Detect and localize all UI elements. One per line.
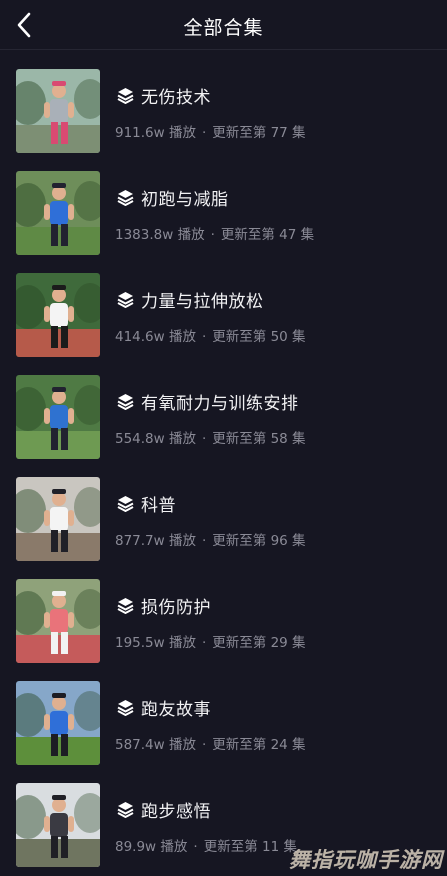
- episode-update: 更新至第 11 集: [203, 839, 297, 855]
- meta-separator: ·: [201, 533, 207, 549]
- collection-title: 损伤防护: [116, 593, 211, 618]
- meta-separator: ·: [201, 635, 207, 651]
- play-count: 414.6w 播放: [115, 329, 196, 345]
- collection-item[interactable]: 跑友故事 587.4w 播放 · 更新至第 24 集: [0, 662, 447, 765]
- collection-stack-icon: [117, 699, 134, 716]
- page-title: 全部合集: [183, 17, 264, 39]
- play-count: 911.6w 播放: [115, 125, 196, 141]
- play-count: 554.8w 播放: [115, 431, 196, 447]
- collection-name: 损伤防护: [141, 597, 211, 618]
- play-count: 195.5w 播放: [115, 635, 196, 651]
- collection-item[interactable]: 无伤技术 911.6w 播放 · 更新至第 77 集: [0, 50, 447, 153]
- collection-name: 无伤技术: [141, 87, 211, 108]
- episode-update: 更新至第 47 集: [220, 227, 315, 243]
- collection-thumbnail: [16, 69, 100, 153]
- collection-title: 初跑与减脂: [116, 185, 229, 210]
- collection-list: 无伤技术 911.6w 播放 · 更新至第 77 集初跑与减脂 1383.8w 播放 · 更…: [0, 50, 447, 867]
- collection-item[interactable]: 力量与拉伸放松 414.6w 播放 · 更新至第 50 集: [0, 254, 447, 357]
- collection-name: 力量与拉伸放松: [141, 291, 264, 312]
- meta-separator: ·: [193, 839, 198, 855]
- collection-stack-icon: [117, 189, 134, 206]
- collection-title: 跑步感悟: [116, 797, 211, 822]
- episode-update: 更新至第 96 集: [212, 533, 306, 549]
- collection-meta: 911.6w 播放 · 更新至第 77 集: [115, 121, 306, 141]
- collection-title: 力量与拉伸放松: [116, 287, 264, 312]
- collection-meta: 587.4w 播放 · 更新至第 24 集: [115, 733, 306, 753]
- collection-stack-icon: [117, 291, 134, 308]
- collection-name: 初跑与减脂: [141, 189, 229, 210]
- collection-meta: 877.7w 播放 · 更新至第 96 集: [115, 529, 306, 549]
- collection-title: 无伤技术: [116, 83, 211, 108]
- meta-separator: ·: [201, 329, 207, 345]
- episode-update: 更新至第 77 集: [212, 125, 306, 141]
- play-count: 587.4w 播放: [115, 737, 196, 753]
- collection-name: 跑步感悟: [141, 801, 211, 822]
- collection-stack-icon: [117, 597, 134, 614]
- collection-meta: 89.9w 播放 · 更新至第 11 集: [115, 835, 297, 855]
- collection-thumbnail: [16, 681, 100, 765]
- episode-update: 更新至第 24 集: [212, 737, 306, 753]
- collection-thumbnail: [16, 171, 100, 255]
- play-count: 877.7w 播放: [115, 533, 196, 549]
- collection-meta: 554.8w 播放 · 更新至第 58 集: [115, 427, 306, 447]
- play-count: 1383.8w 播放: [115, 227, 205, 243]
- collection-title: 跑友故事: [116, 695, 211, 720]
- collection-stack-icon: [117, 495, 134, 512]
- meta-separator: ·: [201, 737, 207, 753]
- collection-thumbnail: [16, 477, 100, 561]
- play-count: 89.9w 播放: [115, 839, 188, 855]
- episode-update: 更新至第 58 集: [212, 431, 306, 447]
- watermark: 舞指玩咖手游网: [289, 848, 443, 872]
- collection-title: 有氧耐力与训练安排: [116, 389, 299, 414]
- collection-name: 有氧耐力与训练安排: [141, 393, 299, 414]
- episode-update: 更新至第 29 集: [212, 635, 306, 651]
- collection-meta: 414.6w 播放 · 更新至第 50 集: [115, 325, 306, 345]
- collection-stack-icon: [117, 87, 134, 104]
- collection-meta: 195.5w 播放 · 更新至第 29 集: [115, 631, 306, 651]
- collection-name: 跑友故事: [141, 699, 211, 720]
- collection-item[interactable]: 有氧耐力与训练安排 554.8w 播放 · 更新至第 58 集: [0, 356, 447, 459]
- collection-item[interactable]: 损伤防护 195.5w 播放 · 更新至第 29 集: [0, 560, 447, 663]
- collection-thumbnail: [16, 273, 100, 357]
- collection-item[interactable]: 初跑与减脂 1383.8w 播放 · 更新至第 47 集: [0, 152, 447, 255]
- collection-title: 科普: [116, 491, 176, 516]
- collection-thumbnail: [16, 375, 100, 459]
- collection-thumbnail: [16, 579, 100, 663]
- collection-thumbnail: [16, 783, 100, 867]
- collection-stack-icon: [117, 801, 134, 818]
- collection-meta: 1383.8w 播放 · 更新至第 47 集: [115, 223, 314, 243]
- meta-separator: ·: [201, 125, 207, 141]
- meta-separator: ·: [201, 431, 207, 447]
- episode-update: 更新至第 50 集: [212, 329, 306, 345]
- header-bar: 全部合集: [0, 0, 447, 50]
- collection-item[interactable]: 科普 877.7w 播放 · 更新至第 96 集: [0, 458, 447, 561]
- meta-separator: ·: [210, 227, 215, 243]
- collection-stack-icon: [117, 393, 134, 410]
- collection-name: 科普: [141, 495, 176, 516]
